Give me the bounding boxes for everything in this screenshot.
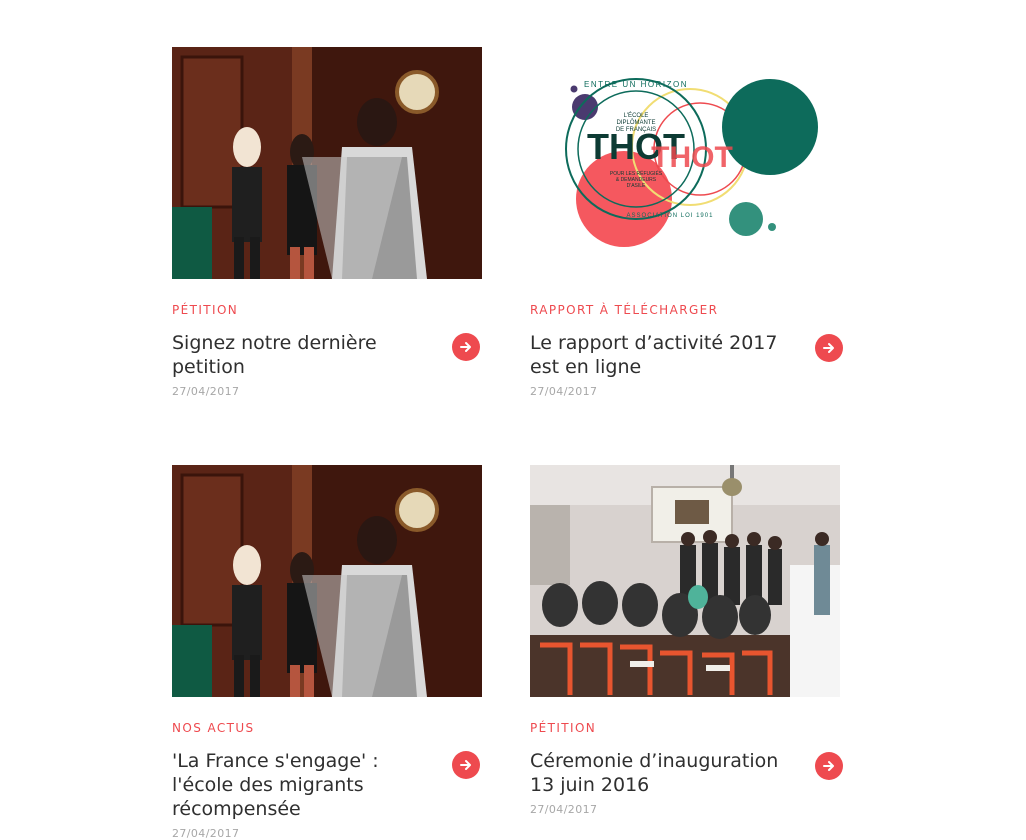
card-title-row: Le rapport d’activité 2017 est en ligne (530, 331, 843, 379)
logo-footer-ring: ASSOCIATION LOI 1901 (627, 213, 714, 219)
read-more-button[interactable] (815, 752, 843, 780)
svg-text:THOT: THOT (651, 141, 733, 174)
card-image-thot-logo[interactable]: THOT THOT L'ÉCOLE DIPLÔMANTE DE FRANÇAIS… (530, 47, 840, 279)
card-image-lectern-photo[interactable] (172, 47, 482, 279)
logo-inner-line: DE FRANÇAIS (616, 127, 656, 133)
news-card: PÉTITION Signez notre dernière petition … (172, 47, 482, 398)
card-title-row: 'La France s'engage' : l'école des migra… (172, 749, 482, 821)
card-title-row: Signez notre dernière petition (172, 331, 482, 379)
card-title-row: Céremonie d’inauguration 13 juin 2016 (530, 749, 843, 797)
card-category[interactable]: RAPPORT À TÉLÉCHARGER (530, 303, 840, 317)
arrow-right-icon (823, 343, 834, 353)
arrow-right-icon (460, 760, 471, 770)
ceremony-photo (530, 465, 840, 697)
card-title[interactable]: Céremonie d’inauguration 13 juin 2016 (530, 749, 800, 797)
lectern-photo (172, 47, 482, 279)
card-category[interactable]: PÉTITION (172, 303, 482, 317)
arrow-right-icon (460, 342, 471, 352)
news-card: NOS ACTUS 'La France s'engage' : l'école… (172, 465, 482, 840)
news-card: THOT THOT L'ÉCOLE DIPLÔMANTE DE FRANÇAIS… (530, 47, 843, 398)
arrow-right-icon (823, 761, 834, 771)
logo-inner-line: L'ÉCOLE (624, 112, 649, 119)
read-more-button[interactable] (452, 751, 480, 779)
card-category[interactable]: NOS ACTUS (172, 721, 482, 735)
card-title[interactable]: Signez notre dernière petition (172, 331, 442, 379)
logo-bottom-line: D'ASILE (627, 183, 646, 189)
card-title[interactable]: Le rapport d’activité 2017 est en ligne (530, 331, 800, 379)
lectern-photo (172, 465, 482, 697)
card-date: 27/04/2017 (530, 803, 598, 816)
card-title[interactable]: 'La France s'engage' : l'école des migra… (172, 749, 442, 821)
logo-bottom-line: POUR LES RÉFUGIÉS (610, 170, 663, 177)
read-more-button[interactable] (452, 333, 480, 361)
logo-ring-text: ENTRE UN HORIZON (584, 80, 688, 89)
logo-inner-line: DIPLÔMANTE (616, 119, 655, 126)
card-date: 27/04/2017 (530, 385, 598, 398)
card-image-ceremony-photo[interactable] (530, 465, 840, 697)
read-more-button[interactable] (815, 334, 843, 362)
card-image-lectern-photo[interactable] (172, 465, 482, 697)
thot-logo: THOT THOT L'ÉCOLE DIPLÔMANTE DE FRANÇAIS… (530, 47, 840, 279)
card-date: 27/04/2017 (172, 827, 240, 840)
card-category[interactable]: PÉTITION (530, 721, 840, 735)
card-date: 27/04/2017 (172, 385, 240, 398)
news-card: PÉTITION Céremonie d’inauguration 13 jui… (530, 465, 843, 816)
